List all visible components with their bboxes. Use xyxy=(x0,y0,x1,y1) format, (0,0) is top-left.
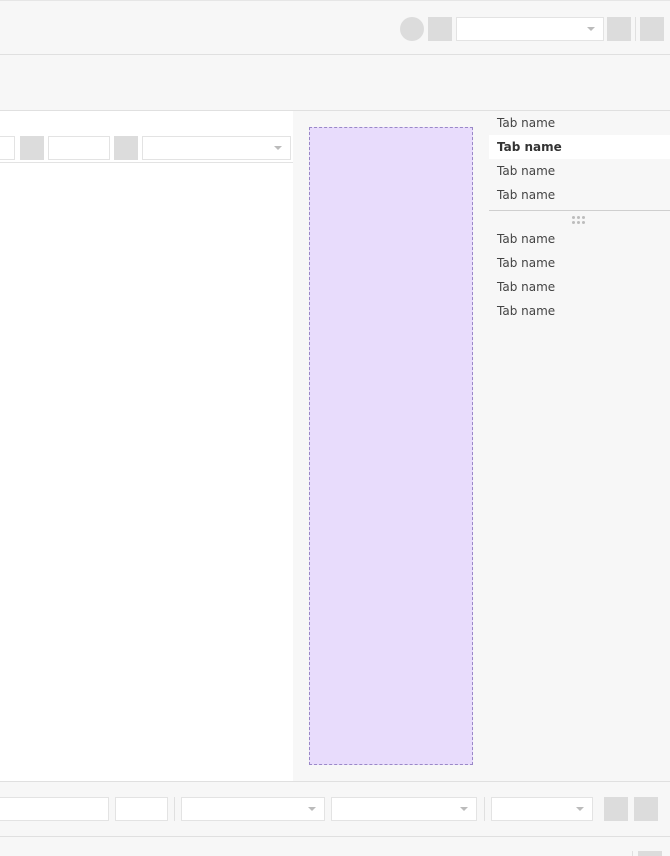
bottom-select-3[interactable] xyxy=(491,797,593,821)
tab-item[interactable]: Tab name xyxy=(489,251,670,275)
tab-item[interactable]: Tab name xyxy=(489,299,670,323)
tab-item[interactable]: Tab name xyxy=(489,227,670,251)
bottom-action-button-2[interactable] xyxy=(634,797,658,821)
bottom-small-field[interactable] xyxy=(115,797,168,821)
header-icon-button[interactable] xyxy=(428,17,452,41)
canvas-tool-button-2[interactable] xyxy=(114,136,138,160)
tab-item-active[interactable]: Tab name xyxy=(489,135,670,159)
avatar-button[interactable] xyxy=(400,17,424,41)
bottom-text-field[interactable] xyxy=(0,797,109,821)
chevron-down-icon xyxy=(308,807,316,811)
tab-item[interactable]: Tab name xyxy=(489,275,670,299)
header-separator xyxy=(635,17,636,41)
tab-item[interactable]: Tab name xyxy=(489,159,670,183)
drag-handle-icon[interactable] xyxy=(572,216,588,226)
bottom-separator xyxy=(484,797,485,821)
canvas-tool-button-1[interactable] xyxy=(20,136,44,160)
tab-panel: Tab name Tab name Tab name Tab name Tab … xyxy=(489,111,670,781)
status-separator xyxy=(632,851,633,856)
bottom-select-1[interactable] xyxy=(181,797,325,821)
chevron-down-icon xyxy=(274,146,282,150)
tab-item[interactable]: Tab name xyxy=(489,183,670,207)
canvas-field-a[interactable] xyxy=(0,136,15,160)
canvas-panel xyxy=(0,111,293,781)
bottom-action-button-1[interactable] xyxy=(604,797,628,821)
view-select[interactable] xyxy=(456,17,604,41)
status-button[interactable] xyxy=(638,851,662,856)
chevron-down-icon xyxy=(576,807,584,811)
chevron-down-icon xyxy=(587,27,595,31)
top-header xyxy=(0,0,670,55)
tab-item[interactable]: Tab name xyxy=(489,111,670,135)
header-action-button-2[interactable] xyxy=(640,17,664,41)
chevron-down-icon xyxy=(460,807,468,811)
canvas-toolbar xyxy=(0,111,293,163)
bottom-toolbar xyxy=(0,781,670,837)
status-bar xyxy=(0,837,670,856)
canvas-select[interactable] xyxy=(142,136,291,160)
tab-group-divider xyxy=(489,210,670,211)
bottom-select-2[interactable] xyxy=(331,797,477,821)
secondary-toolbar xyxy=(0,55,670,111)
header-action-button-1[interactable] xyxy=(607,17,631,41)
bottom-separator xyxy=(174,797,175,821)
canvas-field-b[interactable] xyxy=(48,136,110,160)
content-placeholder xyxy=(309,127,473,765)
preview-column xyxy=(293,111,489,781)
